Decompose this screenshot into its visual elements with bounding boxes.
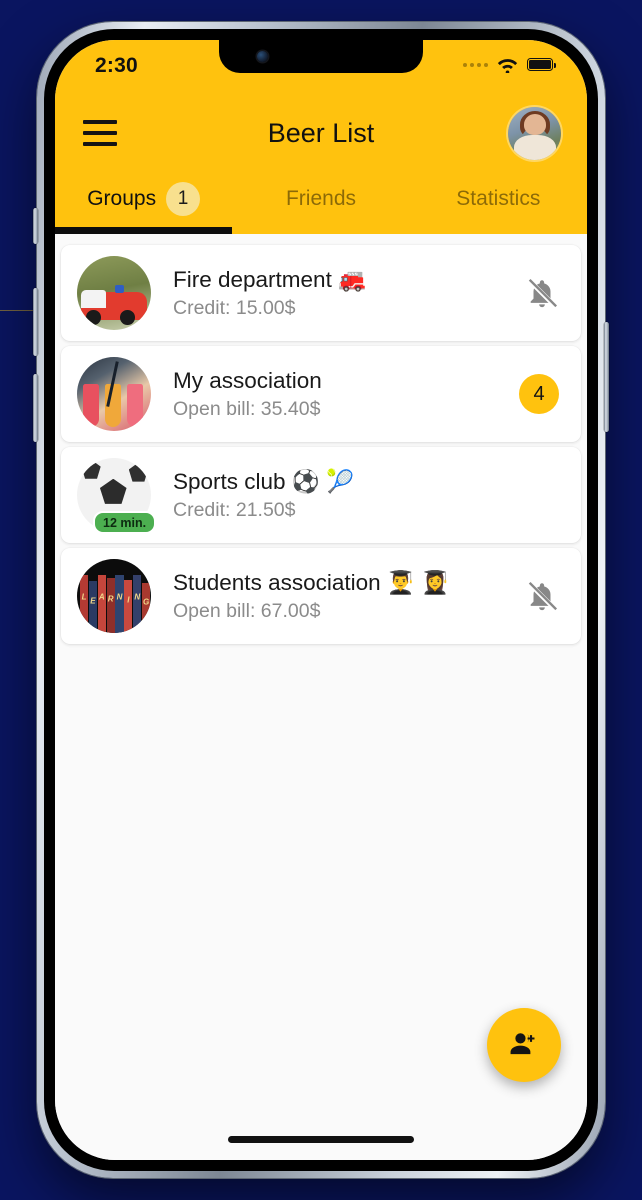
group-thumbnail-wrap: L E A R N I N G bbox=[77, 559, 151, 633]
volume-up-button[interactable] bbox=[33, 288, 38, 356]
group-title: Fire department 🚒 bbox=[173, 266, 367, 292]
group-subtitle: Credit: 15.00$ bbox=[173, 297, 296, 320]
display-notch bbox=[219, 40, 423, 73]
group-title: Sports club ⚽ 🎾 bbox=[173, 468, 355, 494]
tab-groups-badge: 1 bbox=[166, 182, 201, 216]
time-badge: 12 min. bbox=[93, 511, 157, 534]
profile-avatar[interactable] bbox=[508, 106, 561, 160]
tab-statistics[interactable]: Statistics bbox=[410, 170, 587, 234]
app-bar: Beer List bbox=[55, 96, 587, 170]
hamburger-menu-icon[interactable] bbox=[83, 120, 117, 146]
phone-frame: 2:30 Beer List Groups 1 Friends Statisti… bbox=[33, 22, 609, 1178]
home-indicator[interactable] bbox=[228, 1136, 414, 1143]
avatar-body bbox=[514, 135, 556, 160]
tab-friends[interactable]: Friends bbox=[232, 170, 409, 234]
group-subtitle: Credit: 21.50$ bbox=[173, 499, 296, 522]
group-trailing[interactable] bbox=[525, 276, 559, 310]
volume-down-button[interactable] bbox=[33, 374, 38, 442]
group-title: Students association 👨‍🎓 👩‍🎓 bbox=[173, 569, 450, 595]
group-text: My association Open bill: 35.40$ bbox=[173, 367, 509, 421]
add-group-fab[interactable] bbox=[487, 1008, 561, 1082]
group-thumbnail-wrap bbox=[77, 357, 151, 431]
group-list-item[interactable]: L E A R N I N G Students associat bbox=[61, 548, 581, 644]
person-add-icon bbox=[510, 1033, 535, 1055]
tab-groups-label: Groups bbox=[87, 187, 157, 210]
status-clock: 2:30 bbox=[95, 54, 138, 77]
group-subtitle: Open bill: 35.40$ bbox=[173, 398, 321, 421]
group-trailing[interactable] bbox=[525, 579, 559, 613]
tab-bar: Groups 1 Friends Statistics bbox=[55, 170, 587, 234]
group-list-item[interactable]: 12 min. Sports club ⚽ 🎾 Credit: 21.50$ bbox=[61, 447, 581, 543]
phone-bezel: 2:30 Beer List Groups 1 Friends Statisti… bbox=[44, 29, 598, 1171]
group-subtitle: Open bill: 67.00$ bbox=[173, 600, 321, 623]
fire-truck-photo bbox=[77, 256, 151, 330]
group-list-item[interactable]: My association Open bill: 35.40$ 4 bbox=[61, 346, 581, 442]
status-indicators bbox=[463, 54, 556, 73]
silent-switch-button[interactable] bbox=[33, 208, 38, 244]
tab-groups[interactable]: Groups 1 bbox=[55, 170, 232, 234]
front-camera-icon bbox=[257, 51, 268, 62]
bell-off-icon[interactable] bbox=[525, 579, 559, 613]
tab-active-indicator bbox=[55, 227, 233, 234]
group-title: My association bbox=[173, 367, 322, 393]
group-thumbnail-wrap: 12 min. bbox=[77, 458, 157, 534]
group-trailing[interactable]: 4 bbox=[519, 374, 559, 414]
groups-list[interactable]: Fire department 🚒 Credit: 15.00$ My asso… bbox=[55, 234, 587, 1160]
group-text: Fire department 🚒 Credit: 15.00$ bbox=[173, 266, 515, 320]
tab-friends-label: Friends bbox=[285, 187, 356, 210]
phone-screen: 2:30 Beer List Groups 1 Friends Statisti… bbox=[55, 40, 587, 1160]
tab-statistics-label: Statistics bbox=[456, 187, 541, 210]
bell-off-icon[interactable] bbox=[525, 276, 559, 310]
avatar-face bbox=[523, 113, 547, 136]
page-backdrop: 2:30 Beer List Groups 1 Friends Statisti… bbox=[0, 0, 642, 1200]
cocktails-photo bbox=[77, 357, 151, 431]
signal-dots-icon bbox=[463, 62, 488, 67]
group-list-item[interactable]: Fire department 🚒 Credit: 15.00$ bbox=[61, 245, 581, 341]
unread-count-badge[interactable]: 4 bbox=[519, 374, 559, 414]
battery-full-icon bbox=[527, 58, 556, 71]
power-button[interactable] bbox=[604, 322, 609, 432]
wifi-icon bbox=[497, 59, 518, 73]
books-photo: L E A R N I N G bbox=[77, 559, 151, 633]
group-text: Sports club ⚽ 🎾 Credit: 21.50$ bbox=[173, 468, 549, 522]
group-thumbnail-wrap bbox=[77, 256, 151, 330]
group-text: Students association 👨‍🎓 👩‍🎓 Open bill: … bbox=[173, 569, 515, 623]
